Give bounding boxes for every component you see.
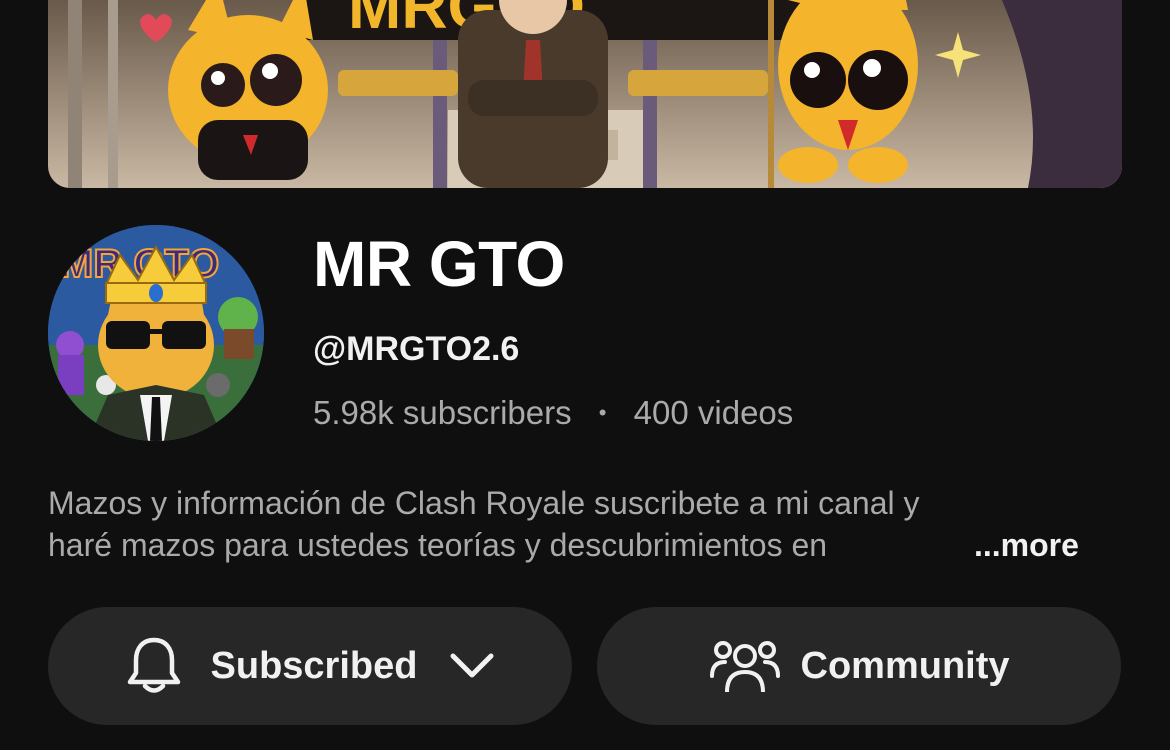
people-icon	[709, 636, 781, 696]
channel-banner: MRGTO	[48, 0, 1122, 188]
channel-name: MR GTO	[313, 228, 565, 300]
subscriber-count: 5.98k subscribers	[313, 394, 572, 431]
channel-handle: @MRGTO2.6	[313, 330, 520, 368]
bell-icon	[125, 635, 183, 697]
stats-separator: •	[598, 400, 607, 425]
chevron-down-icon	[449, 652, 495, 680]
description-line-2: haré mazos para ustedes teorías y descub…	[48, 527, 828, 563]
channel-page: MRGTO	[0, 0, 1170, 750]
more-link[interactable]: ...more	[974, 524, 1079, 566]
channel-description[interactable]: Mazos y información de Clash Royale susc…	[48, 482, 1128, 568]
avatar-image-icon: MR.GTO	[48, 225, 264, 441]
channel-stats: 5.98k subscribers • 400 videos	[313, 391, 793, 435]
subscribed-label: Subscribed	[210, 644, 418, 687]
community-label: Community	[800, 644, 1010, 687]
channel-banner-art: MRGTO	[48, 0, 1122, 188]
subscribed-button[interactable]: Subscribed	[48, 607, 572, 725]
channel-avatar[interactable]: MR.GTO	[48, 225, 264, 441]
video-count: 400 videos	[633, 394, 794, 431]
description-line-1: Mazos y información de Clash Royale susc…	[48, 485, 920, 521]
community-button[interactable]: Community	[597, 607, 1121, 725]
